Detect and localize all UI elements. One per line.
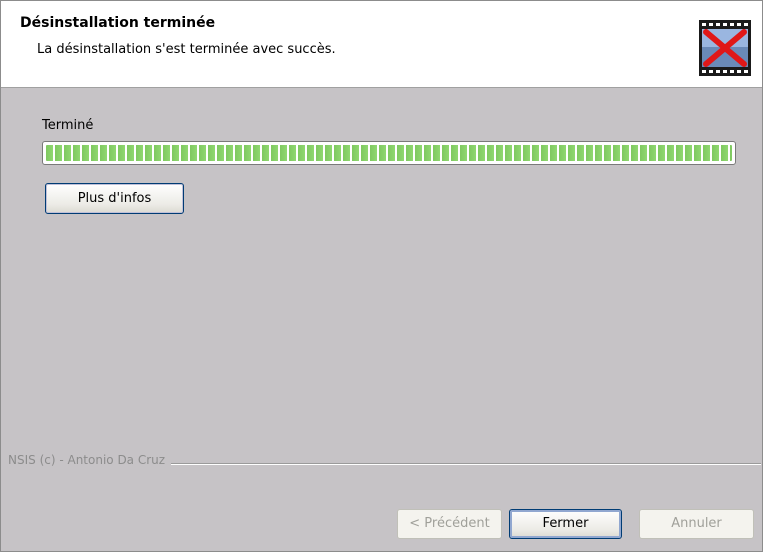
film-uninstall-icon [699, 20, 751, 76]
close-label: Fermer [542, 516, 589, 531]
close-button[interactable]: Fermer [509, 509, 622, 539]
back-button[interactable]: < Précédent [397, 509, 502, 539]
uninstaller-window: Désinstallation terminée La désinstallat… [0, 0, 763, 552]
page-subtitle: La désinstallation s'est terminée avec s… [37, 42, 336, 57]
progress-fill [46, 145, 732, 161]
more-info-label: Plus d'infos [77, 191, 152, 206]
progress-bar [42, 141, 736, 165]
cancel-label: Annuler [671, 516, 722, 531]
footer-brand: NSIS (c) - Antonio Da Cruz [8, 453, 172, 467]
status-label: Terminé [42, 118, 94, 133]
back-label: < Précédent [409, 516, 490, 531]
footer-divider [171, 463, 761, 465]
cancel-button[interactable]: Annuler [639, 509, 754, 539]
header-panel: Désinstallation terminée La désinstallat… [1, 1, 762, 88]
more-info-button[interactable]: Plus d'infos [45, 183, 184, 214]
page-title: Désinstallation terminée [20, 15, 216, 31]
